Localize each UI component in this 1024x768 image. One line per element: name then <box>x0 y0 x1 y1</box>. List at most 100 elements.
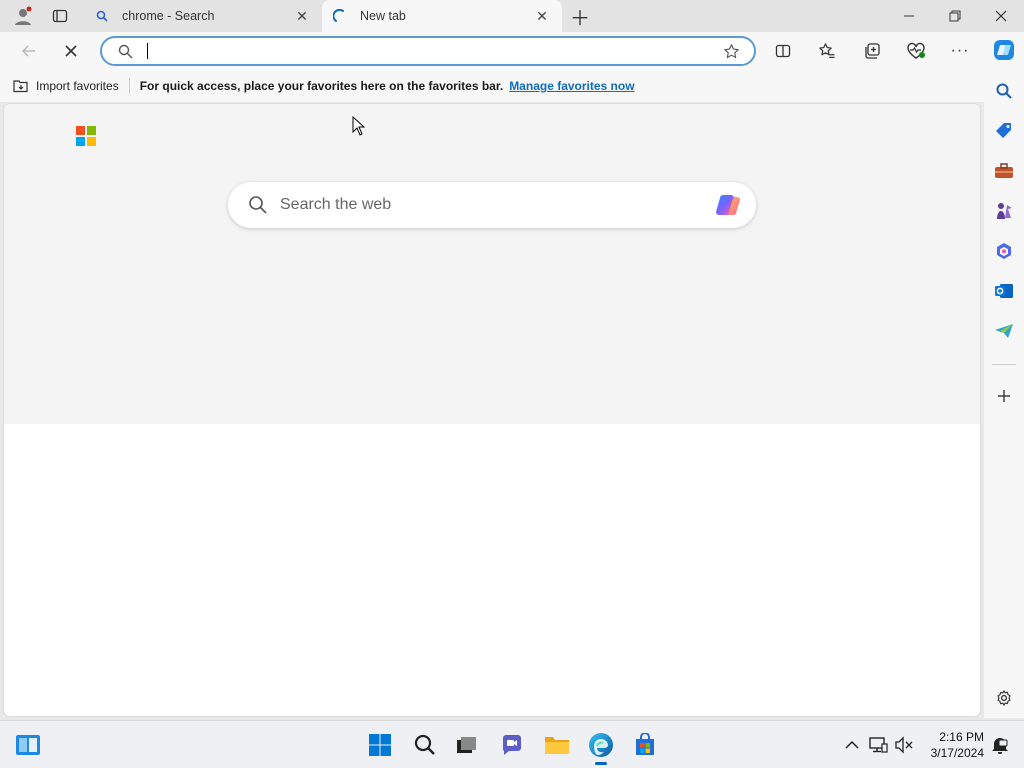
search-icon <box>94 8 110 24</box>
search-icon <box>118 44 133 59</box>
minimize-icon <box>904 15 914 17</box>
browser-essentials-button[interactable] <box>901 36 931 66</box>
restore-button[interactable] <box>932 0 978 32</box>
import-favorites-button[interactable]: Import favorites <box>12 78 130 94</box>
taskbar-search-button[interactable] <box>411 731 439 759</box>
profile-button[interactable] <box>8 0 38 32</box>
copilot-button[interactable] <box>714 192 744 218</box>
sidebar-divider <box>992 364 1016 365</box>
collections-icon <box>865 43 880 59</box>
title-bar: chrome - Search ✕ New tab ✕ ＋ <box>0 0 1024 32</box>
mouse-pointer-icon <box>352 116 366 136</box>
shopping-tag-icon <box>996 123 1011 138</box>
close-window-button[interactable] <box>978 0 1024 32</box>
new-tab-hero <box>4 104 980 424</box>
favorites-icon <box>819 43 835 58</box>
import-favorites-label: Import favorites <box>36 79 119 93</box>
chat-button[interactable] <box>498 731 526 759</box>
split-screen-button[interactable] <box>768 36 798 66</box>
back-arrow-icon <box>21 45 35 57</box>
store-button[interactable] <box>631 731 659 759</box>
profile-icon <box>15 6 32 25</box>
collections-button[interactable] <box>857 36 887 66</box>
text-caret <box>147 43 148 59</box>
more-icon: ··· <box>950 42 970 59</box>
chess-piece-icon <box>997 203 1012 219</box>
close-tab-button[interactable]: ✕ <box>292 6 312 26</box>
show-hidden-icons-button[interactable] <box>838 731 866 759</box>
widgets-button[interactable] <box>14 731 42 759</box>
close-icon <box>995 10 1007 22</box>
microsoft-365-icon <box>997 243 1011 259</box>
web-search-box[interactable] <box>228 182 756 228</box>
start-button[interactable] <box>366 731 394 759</box>
import-icon <box>13 80 28 93</box>
close-tab-button[interactable]: ✕ <box>532 6 552 26</box>
favorite-star-button[interactable] <box>723 43 740 60</box>
teams-chat-icon <box>502 735 521 755</box>
sidebar-games-button[interactable] <box>992 199 1016 223</box>
task-view-button[interactable] <box>453 731 481 759</box>
sidebar-m365-button[interactable] <box>992 239 1016 263</box>
edge-taskbar-button[interactable] <box>587 731 615 765</box>
copilot-icon <box>716 195 740 216</box>
minimize-button[interactable] <box>886 0 932 32</box>
loading-icon <box>332 8 348 24</box>
tab-actions-button[interactable] <box>46 0 74 32</box>
network-button[interactable] <box>864 731 892 759</box>
tab-new-tab[interactable]: New tab ✕ <box>322 0 562 32</box>
sidebar-settings-button[interactable] <box>992 686 1016 710</box>
stop-loading-button[interactable] <box>56 36 86 66</box>
sidebar-search-button[interactable] <box>992 79 1016 103</box>
folder-icon <box>545 737 569 754</box>
task-view-icon <box>457 737 476 753</box>
clock-date: 3/17/2024 <box>930 746 984 760</box>
volume-muted-icon <box>895 736 913 754</box>
outlook-icon <box>995 284 1013 298</box>
sidebar-outlook-button[interactable] <box>992 279 1016 303</box>
sidebar-add-button[interactable] <box>992 384 1016 408</box>
web-search-input[interactable] <box>280 196 714 214</box>
plus-icon <box>998 390 1010 402</box>
gear-icon <box>997 690 1011 706</box>
tab-chrome-search[interactable]: chrome - Search ✕ <box>84 0 322 32</box>
split-screen-icon <box>775 44 791 58</box>
store-icon <box>636 733 654 755</box>
edge-sidebar <box>984 32 1024 718</box>
manage-favorites-link[interactable]: Manage favorites now <box>509 79 634 93</box>
edge-icon <box>589 733 613 757</box>
address-bar[interactable] <box>100 36 756 66</box>
tab-title: chrome - Search <box>122 9 215 23</box>
new-tab-button[interactable]: ＋ <box>566 0 594 32</box>
settings-more-button[interactable]: ··· <box>945 36 975 66</box>
file-explorer-button[interactable] <box>543 731 571 759</box>
search-icon <box>414 734 435 755</box>
stop-icon <box>65 45 77 57</box>
windows-logo-icon <box>369 734 391 756</box>
clock-time: 2:16 PM <box>939 730 984 744</box>
sidebar-shopping-button[interactable] <box>992 119 1016 143</box>
network-icon <box>869 737 888 753</box>
star-icon <box>724 43 739 58</box>
sidebar-drop-button[interactable] <box>992 319 1016 343</box>
microsoft-logo-icon <box>76 126 96 146</box>
notifications-button[interactable] <box>986 731 1014 759</box>
tab-actions-icon <box>52 9 68 23</box>
paper-plane-icon <box>995 324 1013 338</box>
favorites-hint: For quick access, place your favorites h… <box>139 79 504 93</box>
restore-icon <box>949 10 961 22</box>
search-icon <box>996 83 1012 99</box>
volume-button[interactable] <box>890 731 918 759</box>
toolbox-icon <box>995 163 1013 178</box>
copilot-sidebar-button[interactable] <box>992 38 1016 62</box>
navigation-toolbar: ··· <box>0 32 1024 70</box>
address-input[interactable] <box>156 43 723 59</box>
system-clock[interactable]: 2:16 PM 3/17/2024 <box>920 729 984 761</box>
favorites-button[interactable] <box>812 36 842 66</box>
sidebar-tools-button[interactable] <box>992 159 1016 183</box>
widgets-icon <box>16 735 40 755</box>
back-button[interactable] <box>14 36 44 66</box>
copilot-icon <box>994 40 1014 60</box>
heart-pulse-icon <box>907 42 925 59</box>
search-icon <box>248 195 268 215</box>
